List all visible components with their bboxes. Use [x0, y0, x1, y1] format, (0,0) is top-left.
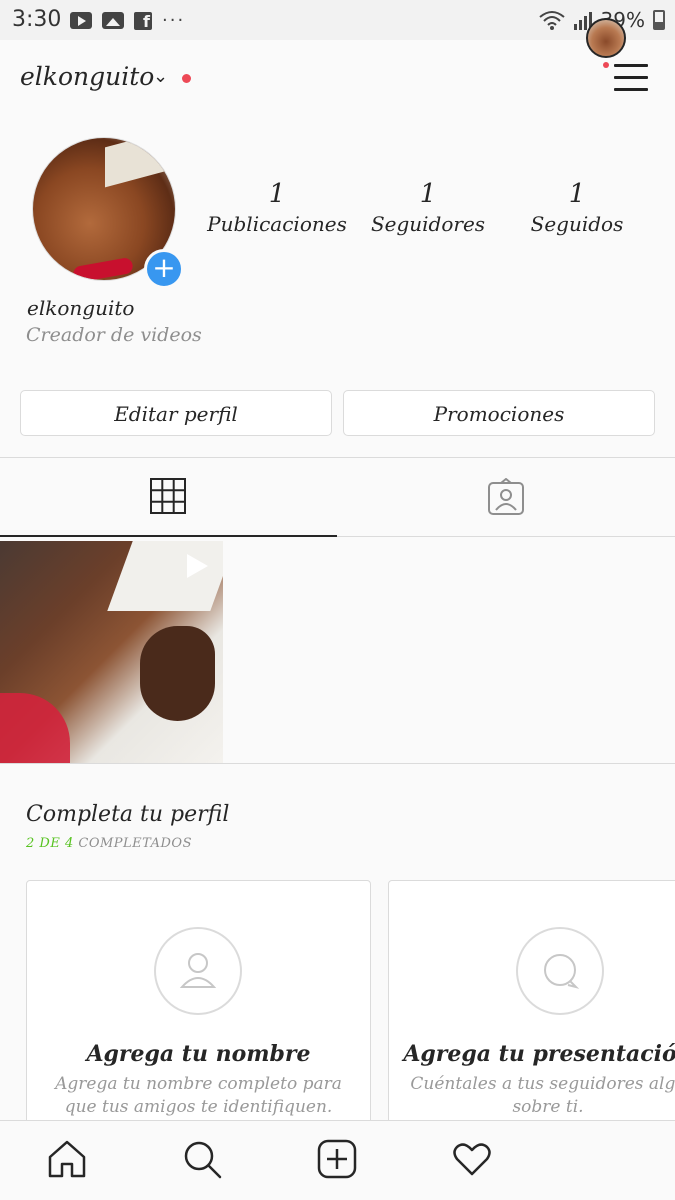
- card-description: Cuéntales a tus seguidores algo sobre ti…: [410, 1074, 675, 1117]
- stat-following-label: Seguidos: [530, 212, 624, 236]
- notification-dot: [603, 62, 609, 68]
- edit-profile-button[interactable]: Editar perfil: [20, 390, 332, 436]
- person-icon: [179, 953, 217, 988]
- bottom-navigation: [0, 1120, 675, 1200]
- status-time: 3:30: [12, 7, 62, 32]
- youtube-icon: [70, 12, 92, 29]
- stat-posts-label: Publicaciones: [207, 212, 347, 236]
- grid-icon: [150, 478, 186, 514]
- wifi-icon: [538, 11, 565, 30]
- profile-avatar-container[interactable]: +: [32, 137, 184, 289]
- add-story-icon[interactable]: +: [144, 249, 184, 289]
- status-icons-left: f ···: [70, 10, 185, 31]
- progress-count: 2 DE 4: [26, 836, 74, 851]
- battery-icon: [653, 10, 665, 30]
- new-post-icon[interactable]: [317, 1139, 357, 1179]
- stat-followers-label: Seguidores: [370, 212, 486, 236]
- stat-followers[interactable]: 1 Seguidores: [348, 178, 508, 238]
- complete-profile-title: Completa tu perfil: [26, 802, 230, 827]
- profile-name: elkonguito: [27, 296, 135, 320]
- tab-grid[interactable]: [0, 458, 337, 537]
- stat-following-count: 1: [568, 179, 586, 209]
- divider: [0, 763, 675, 764]
- stat-posts[interactable]: 1 Publicaciones: [197, 178, 357, 238]
- card-icon-circle: [154, 927, 242, 1015]
- status-bar: 3:30 f ··· 39%: [0, 0, 675, 40]
- notification-dot: [182, 74, 191, 83]
- stat-following[interactable]: 1 Seguidos: [497, 178, 657, 238]
- profile-category: Creador de videos: [26, 324, 202, 346]
- card-description: Agrega tu nombre completo para que tus a…: [55, 1074, 342, 1117]
- menu-button[interactable]: [612, 62, 650, 94]
- search-icon[interactable]: [182, 1139, 222, 1179]
- account-switcher-username[interactable]: elkonguito: [20, 62, 154, 91]
- add-name-card[interactable]: Agrega tu nombre Agrega tu nombre comple…: [26, 880, 371, 1140]
- activity-icon[interactable]: [452, 1139, 492, 1179]
- more-icon: ···: [162, 10, 186, 31]
- stat-followers-count: 1: [419, 179, 437, 209]
- stat-posts-count: 1: [268, 179, 286, 209]
- speech-bubble-icon: [544, 954, 580, 989]
- profile-header: elkonguito ⌄: [0, 40, 675, 120]
- image-icon: [102, 12, 124, 29]
- progress-suffix: COMPLETADOS: [78, 836, 192, 851]
- complete-profile-progress: 2 DE 4 COMPLETADOS: [26, 836, 192, 851]
- card-icon-circle: [516, 927, 604, 1015]
- play-icon: [187, 554, 208, 578]
- card-title: Agrega tu presentación: [403, 1041, 675, 1067]
- profile-tabs: [0, 457, 675, 537]
- home-icon[interactable]: [47, 1139, 87, 1179]
- promotions-button[interactable]: Promociones: [343, 390, 655, 436]
- chevron-down-icon[interactable]: ⌄: [153, 66, 168, 87]
- add-bio-card[interactable]: Agrega tu presentación Cuéntales a tus s…: [388, 880, 675, 1140]
- facebook-icon: f: [134, 11, 152, 31]
- card-title: Agrega tu nombre: [86, 1041, 311, 1067]
- tab-tagged[interactable]: [338, 458, 675, 537]
- tagged-icon: [488, 478, 524, 515]
- profile-avatar[interactable]: [586, 18, 626, 58]
